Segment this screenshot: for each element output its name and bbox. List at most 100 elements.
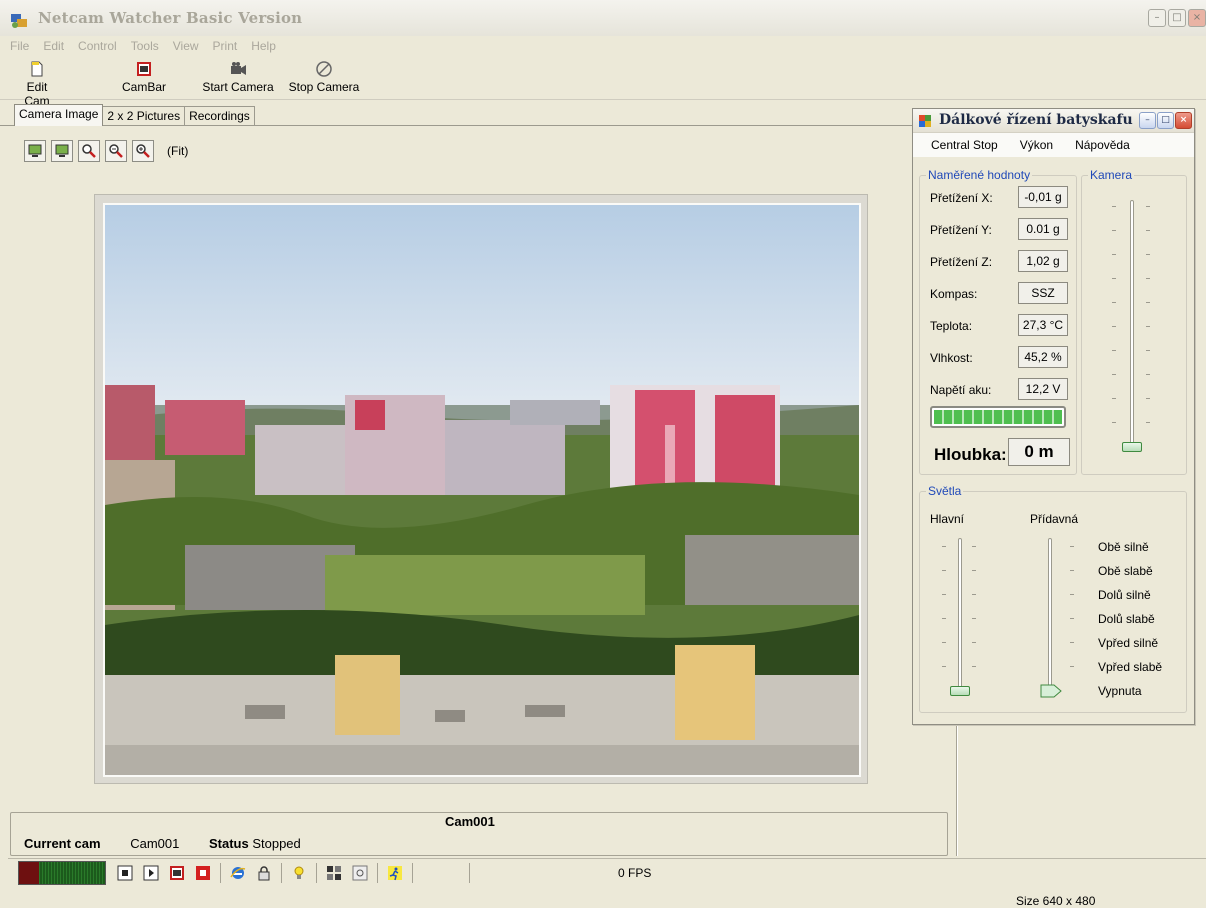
- running-man-icon: [388, 866, 402, 881]
- depth-label: Hloubka:: [934, 445, 1007, 464]
- extra-lights-label: Přídavná: [1030, 512, 1079, 526]
- status-label: Status: [208, 836, 249, 851]
- monitor-icon: [28, 144, 42, 157]
- tab-recordings[interactable]: Recordings: [184, 106, 255, 126]
- option-down-strong[interactable]: Dolů silně: [1098, 588, 1151, 602]
- maximize-button[interactable]: □: [1168, 9, 1186, 27]
- menu-help[interactable]: Help: [251, 39, 276, 53]
- main-lights-slider-track[interactable]: [958, 538, 962, 696]
- dialog-title-bar[interactable]: Dálkové řízení batyskafu – □ ×: [913, 109, 1194, 133]
- option-both-weak[interactable]: Obě slabě: [1098, 564, 1153, 578]
- menu-file[interactable]: File: [10, 39, 29, 53]
- image-size-readout: Size 640 x 480: [1016, 894, 1096, 908]
- zoom-out-icon: [109, 144, 123, 158]
- dialog-close-button[interactable]: ×: [1175, 112, 1192, 129]
- lights-group: Světla Hlavní Přídavná Obě silně Obě sla…: [919, 484, 1187, 713]
- no-entry-icon: [316, 61, 332, 77]
- camera-image: [103, 203, 861, 777]
- menu-bar: File Edit Control Tools View Print Help: [0, 36, 1206, 56]
- camera-heading: Cam001: [445, 814, 495, 829]
- battery-voltage-value: 12,2 V: [1018, 378, 1068, 400]
- monitor-alt-button[interactable]: [51, 140, 73, 162]
- edit-cam-button[interactable]: Edit Cam: [14, 60, 60, 108]
- current-cam-label: Current cam: [24, 836, 101, 851]
- stop-camera-label: Stop Camera: [288, 80, 360, 94]
- camera-group-legend: Kamera: [1088, 168, 1135, 182]
- cambar-button[interactable]: CamBar: [118, 60, 170, 94]
- extra-lights-slider-track[interactable]: [1048, 538, 1052, 696]
- menu-tools[interactable]: Tools: [131, 39, 159, 53]
- dialog-maximize-button[interactable]: □: [1157, 112, 1174, 129]
- magnifier-icon: [82, 144, 96, 158]
- overload-x-label: Přetížení X:: [930, 191, 993, 205]
- menu-vykon[interactable]: Výkon: [1020, 138, 1053, 152]
- capture-button[interactable]: [351, 864, 369, 882]
- window-title: Netcam Watcher Basic Version: [38, 9, 303, 27]
- close-button[interactable]: ×: [1188, 9, 1206, 27]
- overload-z-label: Přetížení Z:: [930, 255, 993, 269]
- capture-icon: [352, 865, 368, 881]
- menu-view[interactable]: View: [173, 39, 199, 53]
- camera-slider-thumb[interactable]: [1122, 442, 1142, 452]
- option-both-strong[interactable]: Obě silně: [1098, 540, 1149, 554]
- menu-control[interactable]: Control: [78, 39, 117, 53]
- start-camera-label: Start Camera: [202, 80, 274, 94]
- camera-group: Kamera: [1081, 168, 1187, 475]
- compass-value: SSZ: [1018, 282, 1068, 304]
- tab-2x2-pictures[interactable]: 2 x 2 Pictures: [102, 106, 186, 126]
- start-camera-button[interactable]: Start Camera: [200, 60, 276, 94]
- temperature-value: 27,3 °C: [1018, 314, 1068, 336]
- extra-lights-slider-thumb[interactable]: [1040, 684, 1062, 698]
- play-icon: [143, 865, 159, 881]
- tab-camera-image[interactable]: Camera Image: [14, 104, 104, 126]
- overload-x-value: -0,01 g: [1018, 186, 1068, 208]
- filmstrip-icon: [170, 866, 184, 880]
- option-off[interactable]: Vypnuta: [1098, 684, 1142, 698]
- lock-button[interactable]: [255, 864, 273, 882]
- filmstrip-button[interactable]: [168, 864, 186, 882]
- menu-print[interactable]: Print: [213, 39, 238, 53]
- play-button[interactable]: [142, 864, 160, 882]
- monitor-button[interactable]: [24, 140, 46, 162]
- dialog-menu-bar: Central Stop Výkon Nápověda: [913, 133, 1194, 157]
- option-forward-strong[interactable]: Vpřed silně: [1098, 636, 1158, 650]
- menu-edit[interactable]: Edit: [43, 39, 64, 53]
- current-cam-row: Current cam Cam001 Status Stopped: [24, 836, 301, 851]
- menu-napoveda[interactable]: Nápověda: [1075, 138, 1130, 152]
- lock-icon: [258, 866, 270, 881]
- status-bar: 0 FPS: [8, 858, 1206, 886]
- monitor-icon: [55, 144, 69, 157]
- battery-voltage-label: Napětí aku:: [930, 383, 992, 397]
- dialog-minimize-button[interactable]: –: [1139, 112, 1156, 129]
- zoom-button[interactable]: [78, 140, 100, 162]
- option-down-weak[interactable]: Dolů slabě: [1098, 612, 1155, 626]
- zoom-out-button[interactable]: [105, 140, 127, 162]
- run-button[interactable]: [386, 864, 404, 882]
- browser-button[interactable]: [229, 864, 247, 882]
- filmstrip-icon: [137, 62, 151, 76]
- stop-square-icon: [117, 865, 133, 881]
- level-meter: [18, 861, 106, 885]
- record-icon: [196, 866, 210, 880]
- fps-readout: 0 FPS: [618, 866, 652, 880]
- motion-detect-icon: [327, 866, 341, 880]
- zoom-in-button[interactable]: [132, 140, 154, 162]
- stop-square-button[interactable]: [116, 864, 134, 882]
- minimize-button[interactable]: –: [1148, 9, 1166, 27]
- tip-button[interactable]: [290, 864, 308, 882]
- motion-button[interactable]: [325, 864, 343, 882]
- menu-central-stop[interactable]: Central Stop: [931, 138, 998, 152]
- option-forward-weak[interactable]: Vpřed slabě: [1098, 660, 1162, 674]
- overload-y-value: 0.01 g: [1018, 218, 1068, 240]
- current-cam-value: Cam001: [130, 836, 180, 851]
- remote-control-dialog: Dálkové řízení batyskafu – □ × Central S…: [912, 108, 1195, 725]
- toolbar: Edit Cam CamBar Start Camera Stop Camera: [0, 58, 1206, 108]
- camera-slider-track[interactable]: [1130, 200, 1134, 450]
- overload-z-value: 1,02 g: [1018, 250, 1068, 272]
- record-button[interactable]: [194, 864, 212, 882]
- measured-values-group: Naměřené hodnoty Přetížení X: -0,01 g Př…: [919, 168, 1077, 475]
- main-lights-slider-thumb[interactable]: [950, 686, 970, 696]
- status-value: Stopped: [252, 836, 301, 851]
- video-camera-icon: [231, 62, 246, 75]
- stop-camera-button[interactable]: Stop Camera: [286, 60, 362, 94]
